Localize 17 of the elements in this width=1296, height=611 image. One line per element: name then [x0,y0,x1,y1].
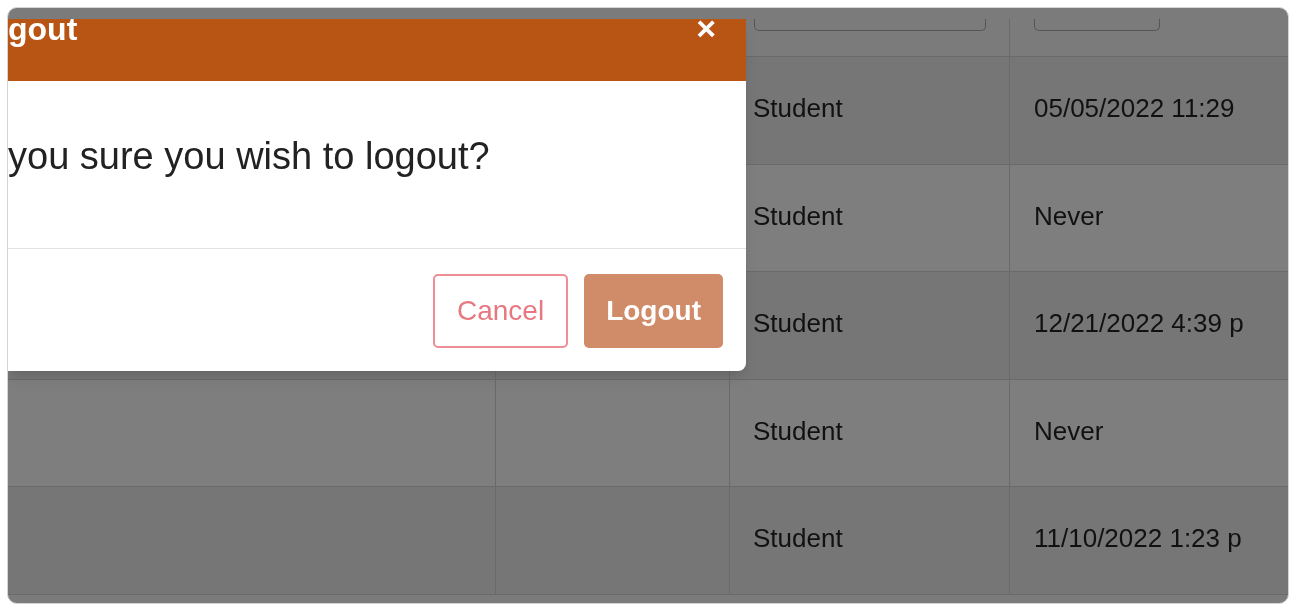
dialog-title: gout [8,13,78,45]
filter-field[interactable] [1034,19,1160,31]
last-login-cell: 12/21/2022 4:39 p [1034,308,1244,338]
role-cell: Student [753,200,843,231]
last-login-cell: Never [1034,415,1104,446]
logout-button[interactable]: Logout [584,274,723,348]
role-cell: Student [753,523,843,553]
last-login-cell: 11/10/2022 1:23 p [1034,523,1242,553]
last-login-cell: 05/05/2022 11:29 [1034,93,1235,123]
close-button[interactable]: × [696,11,716,45]
cancel-button[interactable]: Cancel [433,274,569,348]
dialog-message: you sure you wish to logout? [8,135,490,177]
role-cell: Student [753,415,843,446]
role-cell: Student [753,308,843,338]
filter-field[interactable] [754,19,986,31]
role-cell: Student [753,93,843,123]
last-login-cell: Never [1034,200,1104,231]
